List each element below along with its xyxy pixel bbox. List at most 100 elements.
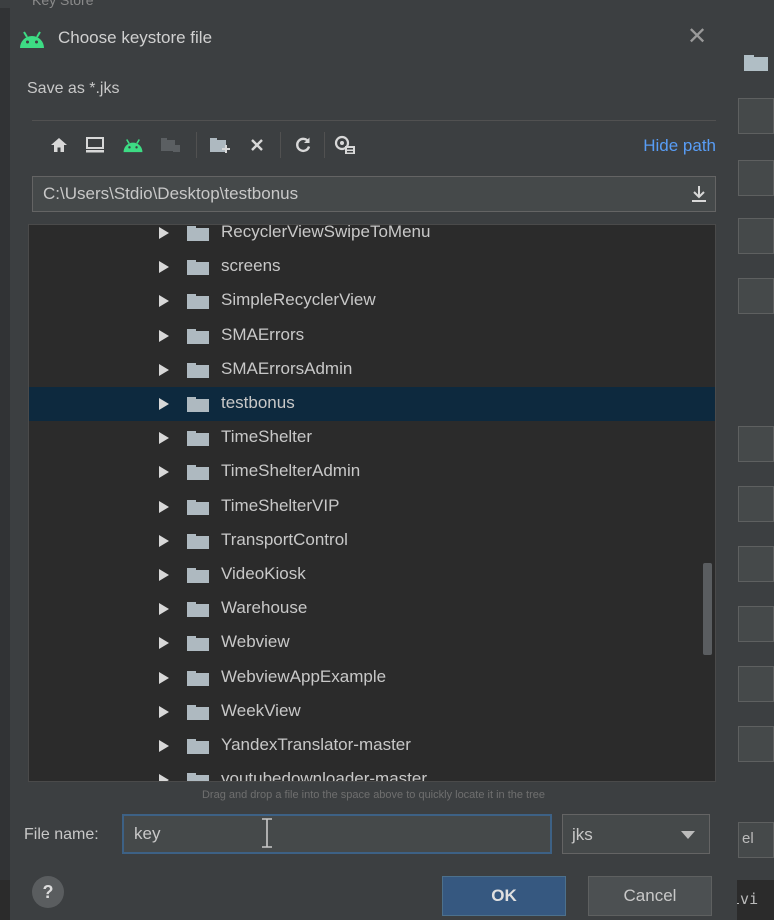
expand-arrow-icon[interactable] [159, 637, 169, 650]
expand-arrow-icon[interactable] [159, 363, 169, 376]
new-folder-button[interactable] [210, 134, 232, 156]
folder-icon [187, 602, 209, 618]
extension-dropdown[interactable]: jks [562, 814, 710, 854]
background-field[interactable] [738, 666, 774, 702]
tree-item-label: WeekView [221, 700, 301, 720]
folder-tree[interactable]: RecyclerViewSwipeToMenu screens SimpleRecy… [28, 224, 716, 782]
hide-path-link[interactable]: Hide path [643, 136, 716, 156]
tree-item-label: SimpleRecyclerView [221, 290, 376, 310]
tree-row[interactable]: WebviewAppExample [29, 661, 715, 695]
file-name-label: File name: [24, 826, 99, 843]
refresh-button[interactable] [292, 134, 314, 156]
file-chooser-toolbar: Hide path [32, 124, 716, 164]
background-field[interactable] [738, 606, 774, 642]
background-field[interactable] [738, 426, 774, 462]
help-button[interactable]: ? [32, 876, 64, 908]
background-field[interactable] [738, 278, 774, 314]
ide-window-title: Key Store [32, 0, 94, 8]
tree-row[interactable]: VideoKiosk [29, 558, 715, 592]
cancel-button[interactable]: Cancel [588, 876, 712, 916]
tree-row[interactable]: Webview [29, 626, 715, 660]
dialog-title: Choose keystore file [58, 28, 213, 47]
extension-value: jks [572, 825, 593, 844]
tree-row[interactable]: TimeShelter [29, 421, 715, 455]
folder-icon [187, 739, 209, 754]
background-field[interactable] [738, 546, 774, 582]
path-field[interactable] [32, 176, 716, 212]
close-button[interactable]: ✕ [682, 22, 712, 52]
show-hidden-button[interactable] [334, 134, 356, 156]
expand-arrow-icon[interactable] [159, 705, 169, 718]
folder-icon [187, 773, 209, 781]
desktop-icon [86, 137, 104, 153]
folder-icon [187, 636, 209, 652]
folder-icon [187, 362, 209, 378]
tree-item-label: youtubedownloader-master [221, 769, 428, 782]
expand-arrow-icon[interactable] [159, 466, 169, 479]
expand-arrow-icon[interactable] [159, 534, 169, 547]
folder-icon [187, 670, 209, 686]
delete-button[interactable] [246, 134, 268, 156]
background-cutoff-label: el [742, 830, 754, 847]
module-button[interactable] [160, 134, 182, 156]
tree-item-label: testbonus [221, 393, 295, 412]
module-icon [161, 138, 180, 152]
tree-row[interactable]: YandexTranslator-master [29, 729, 715, 763]
divider [32, 120, 716, 121]
tree-row[interactable]: TimeShelterAdmin [29, 455, 715, 489]
tree-row[interactable]: Warehouse [29, 592, 715, 626]
delete-icon [251, 139, 263, 151]
tree-item-label: SMAErrors [221, 324, 305, 344]
background-folder-icon[interactable] [744, 55, 768, 71]
folder-icon [187, 260, 209, 276]
tree-item-label: TimeShelterVIP [221, 495, 340, 515]
expand-arrow-icon[interactable] [159, 740, 169, 752]
tree-row[interactable]: TransportControl [29, 524, 715, 558]
expand-arrow-icon[interactable] [159, 398, 169, 410]
expand-arrow-icon[interactable] [159, 603, 169, 616]
download-icon[interactable] [690, 185, 708, 203]
expand-arrow-icon[interactable] [159, 569, 169, 581]
home-button[interactable] [48, 134, 70, 156]
background-field[interactable] [738, 160, 774, 196]
show-hidden-icon [334, 135, 355, 154]
tree-row[interactable]: RecyclerViewSwipeToMenu [29, 224, 715, 250]
tree-item-label: RecyclerViewSwipeToMenu [221, 224, 431, 241]
ok-button[interactable]: OK [442, 876, 566, 916]
android-project-icon [123, 139, 143, 153]
tree-item-label: TransportControl [221, 529, 348, 549]
tree-row[interactable]: youtubedownloader-master [29, 763, 715, 782]
tree-item-label: TimeShelter [221, 427, 313, 447]
tree-row[interactable]: TimeShelterVIP [29, 490, 715, 524]
chevron-down-icon [681, 831, 695, 839]
tree-item-label: Warehouse [221, 598, 308, 618]
toolbar-separator [324, 132, 325, 158]
expand-arrow-icon[interactable] [159, 432, 169, 445]
file-name-input[interactable] [122, 814, 552, 854]
expand-arrow-icon[interactable] [159, 295, 169, 308]
android-project-button[interactable] [122, 134, 144, 156]
background-field[interactable] [738, 218, 774, 254]
expand-arrow-icon[interactable] [159, 671, 169, 684]
tree-row[interactable]: SMAErrors [29, 319, 715, 353]
expand-arrow-icon[interactable] [159, 329, 169, 342]
expand-arrow-icon[interactable] [159, 500, 169, 513]
background-field[interactable] [738, 98, 774, 134]
expand-arrow-icon[interactable] [159, 774, 169, 781]
tree-item-label: TimeShelterAdmin [221, 461, 361, 481]
ide-background-right [737, 8, 774, 920]
tree-row[interactable]: SimpleRecyclerView [29, 284, 715, 318]
tree-row[interactable]: testbonus [29, 387, 715, 421]
background-field[interactable] [738, 486, 774, 522]
tree-scrollbar[interactable] [703, 563, 712, 655]
expand-arrow-icon[interactable] [159, 261, 169, 274]
path-input[interactable] [33, 177, 673, 211]
background-field[interactable] [738, 726, 774, 762]
tree-row[interactable]: WeekView [29, 695, 715, 729]
tree-row[interactable]: screens [29, 250, 715, 284]
desktop-button[interactable] [84, 134, 106, 156]
folder-icon [187, 568, 209, 583]
expand-arrow-icon[interactable] [159, 227, 169, 239]
tree-row[interactable]: SMAErrorsAdmin [29, 353, 715, 387]
dialog-titlebar[interactable]: Choose keystore file ✕ [10, 8, 737, 66]
